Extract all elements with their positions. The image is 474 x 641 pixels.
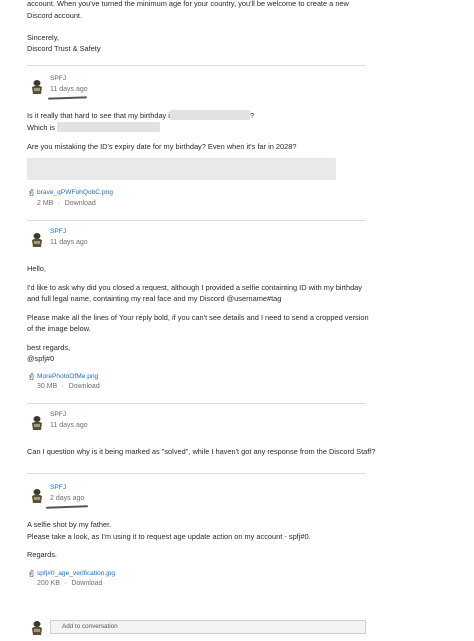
attachment-size: 200 KB (37, 580, 60, 587)
support-message-line-2: Discord account. (27, 11, 83, 20)
message-text: @spfj#0 (27, 354, 55, 363)
message-author[interactable]: SPFJ (50, 482, 66, 493)
message-text: Can I question why is it being marked as… (27, 447, 376, 456)
attachment-meta: 200 KB · Download (37, 580, 103, 587)
attachment-size: 30 MB (37, 383, 58, 390)
message-author[interactable]: SPFJ (50, 226, 66, 237)
avatar-figure-icon (32, 80, 42, 94)
redacted-birthday (170, 110, 250, 120)
message-author[interactable]: SPFJ (50, 409, 66, 420)
divider (27, 473, 366, 474)
download-link[interactable]: Download (71, 580, 102, 587)
paperclip-icon (29, 570, 34, 577)
message-text: of the image below. (27, 324, 91, 333)
attachment-meta: 2 MB · Download (37, 200, 96, 207)
message-text: Please take a look, as I'm using it to r… (27, 532, 311, 541)
message-text: Are you mistaking the ID's expiry date f… (27, 142, 297, 151)
divider (27, 220, 366, 221)
message-timestamp: 11 days ago (50, 239, 88, 246)
support-signoff: Sincerely, (27, 33, 59, 42)
annotation-underline (47, 96, 88, 100)
message-text: Please make all the lines of Your reply … (27, 313, 369, 322)
message-text: A selfie shot by my father. (27, 520, 112, 529)
message-timestamp: 11 days ago (50, 86, 88, 93)
avatar-figure-icon (32, 621, 42, 635)
add-to-conversation-input[interactable]: Add to conversation (50, 620, 366, 634)
message-text: Regards. (27, 550, 57, 559)
attachment-link[interactable]: brave_qPWFohQobC.png (37, 187, 113, 198)
message-text: and full legal name, containting my real… (27, 294, 282, 303)
divider (27, 403, 366, 404)
message-text: best regards, (27, 343, 71, 352)
avatar-figure-icon (32, 489, 42, 503)
attachment-meta: 30 MB · Download (37, 383, 100, 390)
message-timestamp: 2 days ago (50, 495, 85, 502)
paperclip-icon (29, 189, 34, 196)
message-text: ? (250, 111, 255, 120)
paperclip-icon (29, 373, 34, 380)
message-text: I'd like to ask why did you closed a req… (27, 283, 362, 292)
attachment-size: 2 MB (37, 200, 54, 207)
message-text: Is it really that hard to see that my bi… (27, 111, 174, 120)
download-link[interactable]: Download (69, 383, 100, 390)
redacted-id-image (27, 158, 336, 180)
message-text: Which is (27, 123, 55, 132)
divider (27, 65, 366, 66)
support-signature: Discord Trust & Safety (27, 44, 101, 53)
download-link[interactable]: Download (65, 200, 96, 207)
annotation-underline (45, 505, 89, 509)
redacted-birthday-text (57, 122, 160, 132)
message-author[interactable]: SPFJ (50, 73, 66, 84)
support-message-line-1: account. When you've turned the minimum … (27, 0, 349, 8)
avatar-figure-icon (32, 416, 42, 430)
avatar-figure-icon (32, 233, 42, 247)
message-timestamp: 11 days ago (50, 422, 88, 429)
message-text: Hello, (27, 264, 46, 273)
